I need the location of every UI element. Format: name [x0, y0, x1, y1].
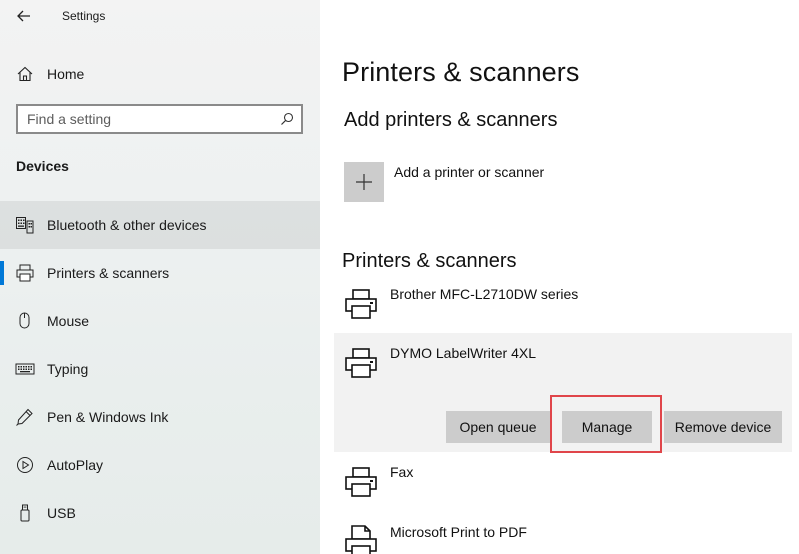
open-queue-button[interactable]: Open queue [446, 411, 550, 443]
add-printer-button[interactable] [344, 162, 384, 202]
sidebar-item-bluetooth[interactable]: Bluetooth & other devices [0, 201, 320, 249]
sidebar-item-pen[interactable]: Pen & Windows Ink [0, 393, 320, 441]
sidebar-nav: Bluetooth & other devices Printers & sca… [0, 201, 320, 537]
manage-button[interactable]: Manage [562, 411, 652, 443]
sidebar-item-typing[interactable]: Typing [0, 345, 320, 393]
pen-icon [16, 408, 33, 426]
printers-list-heading: Printers & scanners [342, 250, 517, 272]
add-printer-label[interactable]: Add a printer or scanner [394, 164, 544, 180]
mouse-icon [19, 312, 30, 329]
home-label: Home [47, 66, 85, 82]
back-button[interactable] [12, 6, 36, 26]
sidebar-item-label: Mouse [47, 313, 90, 329]
search-box[interactable] [16, 104, 303, 134]
device-name: DYMO LabelWriter 4XL [390, 345, 537, 361]
device-name: Microsoft Print to PDF [390, 524, 527, 540]
pdf-printer-icon [345, 525, 377, 554]
sidebar-item-usb[interactable]: USB [0, 489, 320, 537]
sidebar: Settings Home Devices Bluetooth & othe [0, 0, 320, 554]
fax-icon [345, 467, 377, 497]
sidebar-item-label: Typing [47, 361, 89, 377]
device-item-dymo[interactable]: DYMO LabelWriter 4XL Open queue Manage R… [334, 333, 792, 453]
sidebar-item-mouse[interactable]: Mouse [0, 297, 320, 345]
sidebar-item-printers[interactable]: Printers & scanners [0, 249, 320, 297]
add-section-heading: Add printers & scanners [344, 109, 558, 131]
page-title: Printers & scanners [342, 57, 580, 87]
main-panel: Printers & scanners Add printers & scann… [320, 0, 799, 554]
usb-icon [20, 504, 30, 522]
plus-icon [356, 174, 372, 190]
device-name: Fax [390, 464, 414, 480]
sidebar-item-label: Bluetooth & other devices [47, 217, 207, 233]
sidebar-home[interactable]: Home [0, 58, 320, 90]
title-bar: Settings [0, 0, 320, 34]
keyboard-icon [15, 363, 35, 375]
device-item-brother[interactable]: Brother MFC-L2710DW series [334, 280, 799, 330]
selection-indicator [0, 261, 4, 285]
back-arrow-icon [17, 10, 30, 22]
sidebar-item-label: Pen & Windows Ink [47, 409, 169, 425]
search-input[interactable] [27, 107, 277, 131]
autoplay-icon [17, 457, 33, 473]
sidebar-item-autoplay[interactable]: AutoPlay [0, 441, 320, 489]
printer-icon [345, 289, 377, 319]
search-icon[interactable] [280, 112, 294, 126]
sidebar-item-label: Printers & scanners [47, 265, 170, 281]
device-name: Brother MFC-L2710DW series [390, 286, 579, 302]
app-title: Settings [62, 9, 106, 23]
sidebar-item-label: AutoPlay [47, 457, 104, 473]
bluetooth-keyboard-icon [16, 217, 34, 234]
devices-heading: Devices [16, 158, 69, 174]
device-item-pdf[interactable]: Microsoft Print to PDF [334, 518, 799, 554]
printer-icon [16, 264, 34, 282]
home-icon [17, 66, 33, 82]
device-item-fax[interactable]: Fax [334, 458, 799, 508]
remove-device-button[interactable]: Remove device [664, 411, 782, 443]
sidebar-item-label: USB [47, 505, 76, 521]
printer-icon [345, 348, 377, 378]
